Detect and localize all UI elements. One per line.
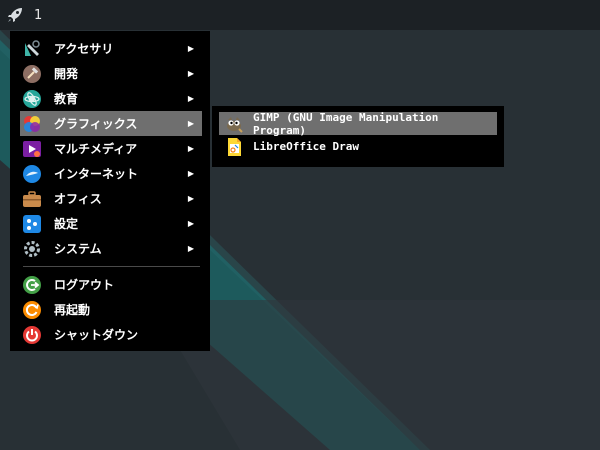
- education-icon: [23, 89, 41, 108]
- menu-item-development[interactable]: 開発 ▶: [23, 61, 202, 86]
- menu-item-graphics[interactable]: グラフィックス ▶: [20, 111, 202, 136]
- submenu-arrow-icon: ▶: [187, 244, 194, 253]
- menu-item-label: 再起動: [54, 303, 91, 317]
- menu-item-accessories[interactable]: アクセサリ ▶: [23, 36, 202, 61]
- rocket-icon: [8, 8, 22, 22]
- logout-icon: [23, 275, 41, 294]
- gimp-icon: [227, 116, 243, 133]
- menu-item-reboot[interactable]: 再起動: [23, 297, 202, 322]
- menu-item-label: グラフィックス: [54, 117, 138, 131]
- menu-item-logout[interactable]: ログアウト: [23, 272, 202, 297]
- development-icon: [23, 64, 41, 83]
- multimedia-icon: [23, 140, 41, 157]
- submenu-arrow-icon: ▶: [187, 69, 194, 78]
- menu-separator: [23, 266, 200, 267]
- system-icon: [24, 240, 40, 257]
- menu-item-label: システム: [54, 242, 102, 256]
- submenu-arrow-icon: ▶: [187, 194, 194, 203]
- menu-item-office[interactable]: オフィス ▶: [23, 186, 202, 211]
- menu-item-label: マルチメディア: [54, 142, 138, 156]
- submenu-item-gimp[interactable]: GIMP (GNU Image Manipulation Program): [219, 110, 497, 137]
- submenu-arrow-icon: ▶: [187, 44, 194, 53]
- submenu-item-label: GIMP (GNU Image Manipulation Program): [253, 110, 439, 137]
- menu-item-education[interactable]: 教育 ▶: [23, 86, 202, 111]
- menu-item-label: オフィス: [54, 192, 102, 206]
- submenu-arrow-icon: ▶: [187, 119, 194, 128]
- menu-item-settings[interactable]: 設定 ▶: [23, 211, 202, 236]
- graphics-icon: [24, 115, 40, 132]
- menu-item-shutdown[interactable]: シャットダウン: [23, 322, 202, 347]
- shutdown-icon: [23, 325, 41, 344]
- menu-launcher-button[interactable]: [0, 0, 30, 30]
- submenu-arrow-icon: ▶: [187, 169, 194, 178]
- accessories-icon: [25, 39, 40, 56]
- menu-item-label: 教育: [54, 92, 79, 106]
- internet-icon: [23, 164, 41, 183]
- menu-item-label: 設定: [54, 217, 79, 231]
- application-menu: アクセサリ ▶ 開発 ▶ 教育 ▶ グラフィックス ▶ マルチメディア ▶ イン…: [10, 31, 210, 351]
- submenu-arrow-icon: ▶: [187, 94, 194, 103]
- workspace-indicator[interactable]: 1: [34, 8, 42, 23]
- menu-item-multimedia[interactable]: マルチメディア ▶: [23, 136, 202, 161]
- libreoffice-draw-icon: [228, 137, 241, 156]
- menu-item-label: インターネット: [54, 167, 139, 181]
- top-panel: 1: [0, 0, 600, 30]
- submenu-arrow-icon: ▶: [187, 144, 194, 153]
- menu-item-label: 開発: [54, 67, 79, 81]
- menu-item-system[interactable]: システム ▶: [23, 236, 202, 261]
- submenu-arrow-icon: ▶: [187, 219, 194, 228]
- submenu-item-label: LibreOffice Draw: [253, 140, 359, 153]
- menu-item-label: アクセサリ: [54, 42, 114, 56]
- menu-item-label: シャットダウン: [54, 328, 139, 342]
- menu-item-label: ログアウト: [54, 278, 115, 292]
- settings-icon: [23, 214, 41, 233]
- submenu-item-libreoffice-draw[interactable]: LibreOffice Draw: [219, 135, 497, 158]
- office-icon: [23, 190, 41, 207]
- graphics-submenu: GIMP (GNU Image Manipulation Program) Li…: [212, 106, 504, 167]
- reboot-icon: [23, 300, 41, 319]
- menu-item-internet[interactable]: インターネット ▶: [23, 161, 202, 186]
